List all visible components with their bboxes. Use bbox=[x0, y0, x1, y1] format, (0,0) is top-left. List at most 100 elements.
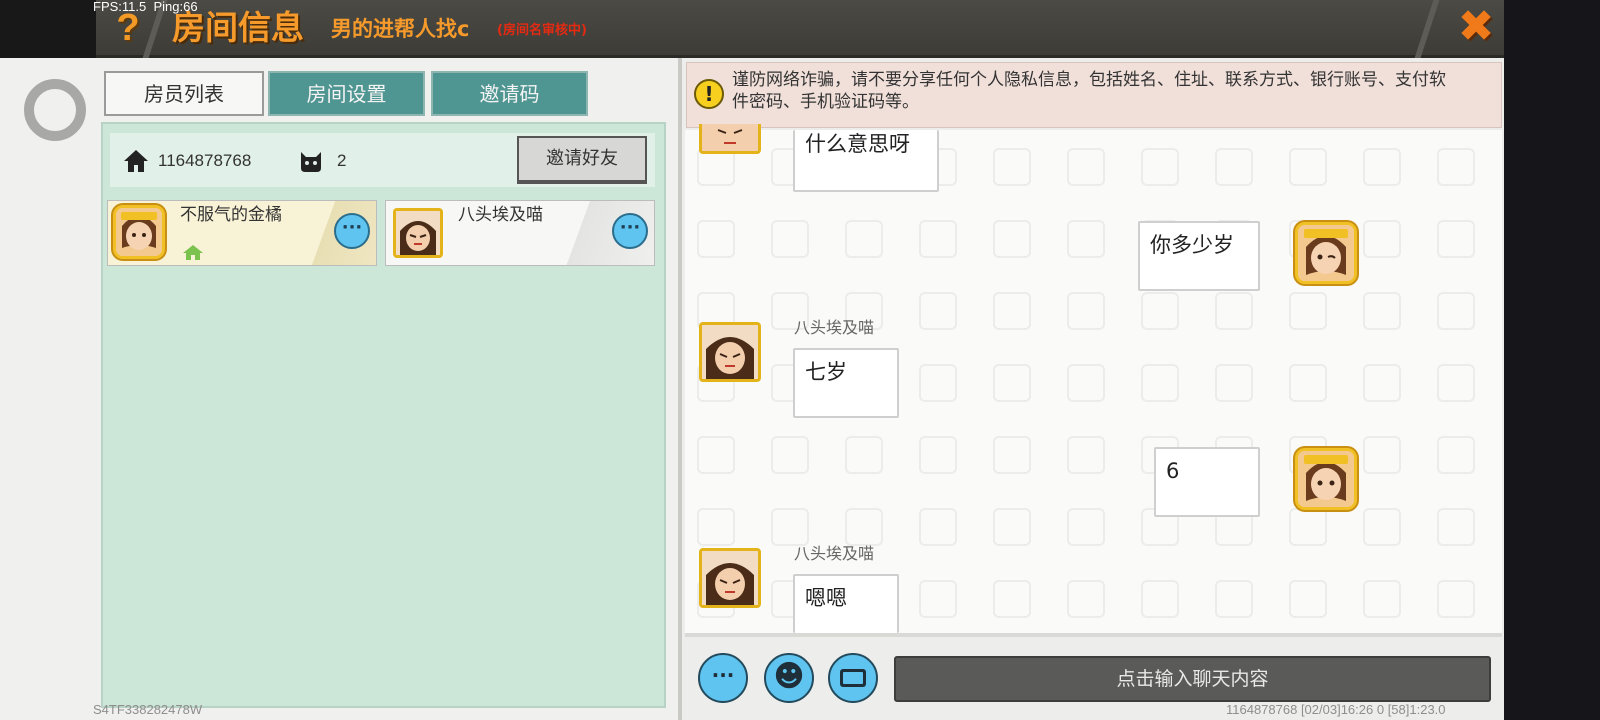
chat-background-pattern bbox=[1141, 364, 1179, 402]
chat-background-pattern bbox=[771, 508, 809, 546]
chat-avatar-self bbox=[1295, 448, 1357, 510]
chat-background-pattern bbox=[1437, 148, 1475, 186]
close-button[interactable]: ✖ bbox=[1454, 2, 1498, 52]
backdrop-right bbox=[1504, 0, 1600, 720]
chat-background-pattern bbox=[1141, 580, 1179, 618]
chat-background-pattern bbox=[1067, 364, 1105, 402]
chat-background-pattern bbox=[1437, 508, 1475, 546]
member-avatar-owner bbox=[113, 205, 165, 259]
room-id: 1164878768 bbox=[158, 151, 252, 170]
warning-text: 谨防网络诈骗，请不要分享任何个人隐私信息，包括姓名、住址、联系方式、银行账号、支… bbox=[732, 70, 1446, 112]
member-more-button-owner[interactable]: ··· bbox=[334, 213, 370, 249]
chat-background-pattern bbox=[993, 220, 1031, 258]
chat-bubble: 嗯嗯 bbox=[793, 574, 899, 633]
chat-background-pattern bbox=[919, 220, 957, 258]
chat-sender-name: 八头埃及喵 bbox=[794, 544, 875, 563]
member-name-owner: 不服气的金橘 bbox=[180, 205, 282, 225]
chat-background-pattern bbox=[1437, 220, 1475, 258]
panel-divider bbox=[678, 58, 682, 720]
chat-background-pattern bbox=[1141, 292, 1179, 330]
chat-background-pattern bbox=[771, 220, 809, 258]
tab-member-list[interactable]: 房员列表 bbox=[104, 71, 264, 116]
avatar-image bbox=[702, 124, 758, 151]
chat-sender-name: 八头埃及喵 bbox=[794, 318, 875, 337]
chat-background-pattern bbox=[845, 508, 883, 546]
room-name-review-status: (房间名审核中) bbox=[497, 23, 587, 38]
chat-background-pattern bbox=[697, 220, 735, 258]
room-name: 男的进帮人找c bbox=[331, 17, 470, 41]
chat-input-divider bbox=[685, 633, 1502, 637]
chat-background-pattern bbox=[1215, 292, 1253, 330]
chat-background-pattern bbox=[1215, 580, 1253, 618]
keyboard-icon bbox=[840, 669, 866, 687]
chat-input[interactable]: 点击输入聊天内容 bbox=[894, 656, 1491, 702]
chat-background-pattern bbox=[1289, 364, 1327, 402]
chat-background-pattern bbox=[1289, 580, 1327, 618]
chat-background-pattern bbox=[1067, 148, 1105, 186]
chat-background-pattern bbox=[1437, 436, 1475, 474]
emoji-button[interactable]: ☻ bbox=[764, 653, 814, 703]
tab-invite-code[interactable]: 邀请码 bbox=[431, 71, 588, 116]
keyboard-button[interactable] bbox=[828, 653, 878, 703]
chat-background-pattern bbox=[1363, 508, 1401, 546]
chat-background-pattern bbox=[697, 436, 735, 474]
chat-bubble: 七岁 bbox=[793, 348, 899, 418]
avatar-image bbox=[702, 325, 758, 379]
chat-avatar-self bbox=[1295, 222, 1357, 284]
tab-room-settings[interactable]: 房间设置 bbox=[268, 71, 425, 116]
device-id: S4TF338282478W bbox=[93, 702, 203, 717]
chat-avatar bbox=[699, 548, 761, 608]
chat-background-pattern bbox=[993, 292, 1031, 330]
chat-background-pattern bbox=[1363, 148, 1401, 186]
chat-background-pattern bbox=[1289, 292, 1327, 330]
chat-bubble-self: 6 bbox=[1154, 447, 1260, 517]
chat-background-pattern bbox=[1067, 436, 1105, 474]
member-name: 八头埃及喵 bbox=[458, 205, 543, 225]
chat-background-pattern bbox=[1289, 148, 1327, 186]
chat-background-pattern bbox=[919, 508, 957, 546]
header-bar bbox=[96, 0, 1504, 58]
chat-background-pattern bbox=[993, 364, 1031, 402]
chat-background-pattern bbox=[1363, 436, 1401, 474]
chat-background-pattern bbox=[1215, 364, 1253, 402]
chat-background-pattern bbox=[1363, 580, 1401, 618]
chat-background-pattern bbox=[919, 436, 957, 474]
invite-friends-button[interactable]: 邀请好友 bbox=[517, 136, 647, 184]
chat-background-pattern bbox=[1141, 148, 1179, 186]
member-more-button[interactable]: ··· bbox=[612, 213, 648, 249]
chat-background-pattern bbox=[1067, 508, 1105, 546]
chat-background-pattern bbox=[993, 580, 1031, 618]
chat-background-pattern bbox=[993, 436, 1031, 474]
chat-background-pattern bbox=[1215, 148, 1253, 186]
chat-background-pattern bbox=[919, 580, 957, 618]
avatar-image bbox=[116, 208, 162, 256]
ring-icon bbox=[24, 79, 86, 141]
chat-background-pattern bbox=[771, 436, 809, 474]
member-count: 2 bbox=[337, 151, 347, 170]
chat-background-pattern bbox=[993, 148, 1031, 186]
avatar-image bbox=[702, 551, 758, 605]
chat-background-pattern bbox=[1289, 508, 1327, 546]
backdrop-left bbox=[0, 0, 96, 58]
footer-status: 1164878768 [02/03]16:26 0 [58]1:23.0 bbox=[1226, 702, 1446, 717]
chat-background-pattern bbox=[1437, 580, 1475, 618]
chat-background-pattern bbox=[1067, 292, 1105, 330]
chat-background-pattern bbox=[697, 508, 735, 546]
chat-avatar bbox=[699, 124, 761, 154]
chat-bubble: 什么意思呀 bbox=[793, 130, 939, 192]
chat-background-pattern bbox=[993, 508, 1031, 546]
chat-background-pattern bbox=[919, 292, 957, 330]
chat-background-pattern bbox=[1067, 580, 1105, 618]
chat-more-button[interactable]: ··· bbox=[698, 653, 748, 703]
avatar-image bbox=[1298, 451, 1354, 507]
fps-ping-overlay: FPS:11.5 Ping:66 bbox=[93, 0, 198, 14]
home-icon bbox=[124, 150, 148, 172]
chat-background-pattern bbox=[845, 436, 883, 474]
chat-background-pattern bbox=[1363, 292, 1401, 330]
owner-home-icon bbox=[183, 245, 203, 260]
chat-background-pattern bbox=[1363, 220, 1401, 258]
avatar-image bbox=[1298, 225, 1354, 281]
member-avatar bbox=[393, 208, 443, 258]
player-count-icon bbox=[301, 152, 321, 172]
chat-background-pattern bbox=[919, 364, 957, 402]
